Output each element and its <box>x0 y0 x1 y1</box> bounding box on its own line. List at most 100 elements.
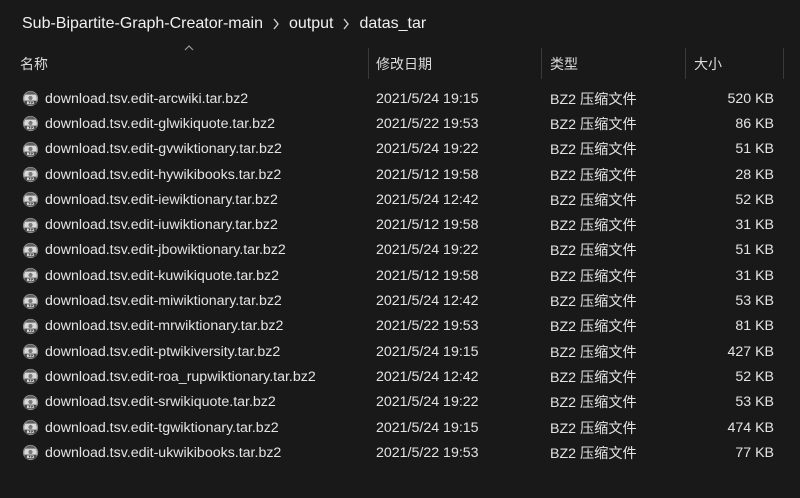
file-name: download.tsv.edit-kuwikiquote.tar.bz2 <box>45 267 279 284</box>
file-modified-date: 2021/5/24 19:15 <box>376 343 479 360</box>
bz2-archive-icon: BZ2 <box>21 339 39 364</box>
file-name: download.tsv.edit-ukwikibooks.tar.bz2 <box>45 444 282 461</box>
file-row[interactable]: BZ2 download.tsv.edit-tgwiktionary.tar.b… <box>0 415 800 440</box>
file-name: download.tsv.edit-glwikiquote.tar.bz2 <box>45 115 276 132</box>
breadcrumb: Sub-Bipartite-Graph-Creator-main output … <box>0 0 800 48</box>
bz2-archive-icon: BZ2 <box>21 187 39 212</box>
file-type: BZ2 压缩文件 <box>550 218 637 235</box>
svg-text:BZ2: BZ2 <box>26 126 34 130</box>
bz2-archive-icon: BZ2 <box>21 314 39 339</box>
file-type: BZ2 压缩文件 <box>550 142 637 159</box>
file-modified-date: 2021/5/24 19:15 <box>376 419 479 436</box>
file-size: 520 KB <box>727 90 774 107</box>
file-row[interactable]: BZ2 download.tsv.edit-kuwikiquote.tar.bz… <box>0 263 800 288</box>
file-row[interactable]: BZ2 download.tsv.edit-gvwiktionary.tar.b… <box>0 137 800 162</box>
file-type: BZ2 压缩文件 <box>550 91 637 108</box>
file-size: 81 KB <box>735 318 774 335</box>
file-name: download.tsv.edit-miwiktionary.tar.bz2 <box>45 293 282 310</box>
bz2-archive-icon: BZ2 <box>21 415 39 440</box>
file-size: 77 KB <box>735 444 774 461</box>
column-header-date[interactable]: 修改日期 <box>376 48 540 79</box>
column-header-size-label: 大小 <box>694 55 722 72</box>
file-size: 31 KB <box>735 217 774 234</box>
file-name: download.tsv.edit-iewiktionary.tar.bz2 <box>45 191 278 208</box>
svg-text:BZ2: BZ2 <box>26 278 34 282</box>
file-modified-date: 2021/5/24 19:15 <box>376 90 479 107</box>
file-row[interactable]: BZ2 download.tsv.edit-roa_rupwiktionary.… <box>0 364 800 389</box>
file-modified-date: 2021/5/24 12:42 <box>376 368 479 385</box>
file-row[interactable]: BZ2 download.tsv.edit-srwikiquote.tar.bz… <box>0 390 800 415</box>
file-type: BZ2 压缩文件 <box>550 344 637 361</box>
file-modified-date: 2021/5/24 19:22 <box>376 394 479 411</box>
file-modified-date: 2021/5/12 19:58 <box>376 217 479 234</box>
svg-text:BZ2: BZ2 <box>26 329 34 333</box>
svg-text:BZ2: BZ2 <box>26 379 34 383</box>
file-size: 51 KB <box>735 141 774 158</box>
bz2-archive-icon: BZ2 <box>21 162 39 187</box>
vertical-scrollbar[interactable] <box>793 86 797 446</box>
file-type: BZ2 压缩文件 <box>550 116 637 133</box>
bz2-archive-icon: BZ2 <box>21 86 39 111</box>
file-modified-date: 2021/5/22 19:53 <box>376 318 479 335</box>
breadcrumb-item-output[interactable]: output <box>285 13 337 35</box>
file-row[interactable]: BZ2 download.tsv.edit-mrwiktionary.tar.b… <box>0 314 800 339</box>
file-row[interactable]: BZ2 download.tsv.edit-iuwiktionary.tar.b… <box>0 212 800 237</box>
file-name: download.tsv.edit-ptwikiversity.tar.bz2 <box>45 343 281 360</box>
file-name: download.tsv.edit-srwikiquote.tar.bz2 <box>45 394 276 411</box>
file-type: BZ2 压缩文件 <box>550 268 637 285</box>
file-row[interactable]: BZ2 download.tsv.edit-miwiktionary.tar.b… <box>0 288 800 313</box>
file-type: BZ2 压缩文件 <box>550 395 637 412</box>
file-type: BZ2 压缩文件 <box>550 294 637 311</box>
svg-text:BZ2: BZ2 <box>26 228 34 232</box>
svg-text:BZ2: BZ2 <box>26 430 34 434</box>
file-modified-date: 2021/5/24 19:22 <box>376 242 479 259</box>
file-type: BZ2 压缩文件 <box>550 420 637 437</box>
file-row[interactable]: BZ2 download.tsv.edit-jbowiktionary.tar.… <box>0 238 800 263</box>
file-type: BZ2 压缩文件 <box>550 319 637 336</box>
file-name: download.tsv.edit-gvwiktionary.tar.bz2 <box>45 141 282 158</box>
file-modified-date: 2021/5/12 19:58 <box>376 267 479 284</box>
column-divider[interactable] <box>541 48 542 79</box>
chevron-right-icon[interactable] <box>337 18 355 30</box>
bz2-archive-icon: BZ2 <box>21 390 39 415</box>
file-list: BZ2 download.tsv.edit-arcwiki.tar.bz2 20… <box>0 86 800 465</box>
file-name: download.tsv.edit-tgwiktionary.tar.bz2 <box>45 419 279 436</box>
file-row[interactable]: BZ2 download.tsv.edit-hywikibooks.tar.bz… <box>0 162 800 187</box>
chevron-right-icon[interactable] <box>267 18 285 30</box>
file-size: 474 KB <box>727 419 774 436</box>
bz2-archive-icon: BZ2 <box>21 364 39 389</box>
file-modified-date: 2021/5/24 12:42 <box>376 293 479 310</box>
file-type: BZ2 压缩文件 <box>550 243 637 260</box>
file-row[interactable]: BZ2 download.tsv.edit-arcwiki.tar.bz2 20… <box>0 86 800 111</box>
bz2-archive-icon: BZ2 <box>21 111 39 136</box>
file-size: 51 KB <box>735 242 774 259</box>
file-size: 86 KB <box>735 115 774 132</box>
file-row[interactable]: BZ2 download.tsv.edit-ptwikiversity.tar.… <box>0 339 800 364</box>
file-size: 53 KB <box>735 293 774 310</box>
breadcrumb-item-project[interactable]: Sub-Bipartite-Graph-Creator-main <box>18 13 267 35</box>
file-row[interactable]: BZ2 download.tsv.edit-ukwikibooks.tar.bz… <box>0 440 800 465</box>
file-type: BZ2 压缩文件 <box>550 192 637 209</box>
bz2-archive-icon: BZ2 <box>21 440 39 465</box>
svg-text:BZ2: BZ2 <box>26 455 34 459</box>
file-size: 427 KB <box>727 343 774 360</box>
column-divider[interactable] <box>685 48 686 79</box>
file-row[interactable]: BZ2 download.tsv.edit-iewiktionary.tar.b… <box>0 187 800 212</box>
column-divider[interactable] <box>368 48 369 79</box>
bz2-archive-icon: BZ2 <box>21 263 39 288</box>
file-row[interactable]: BZ2 download.tsv.edit-glwikiquote.tar.bz… <box>0 111 800 136</box>
file-name: download.tsv.edit-roa_rupwiktionary.tar.… <box>45 368 316 385</box>
file-size: 53 KB <box>735 394 774 411</box>
file-size: 52 KB <box>735 368 774 385</box>
column-divider[interactable] <box>783 48 784 79</box>
file-type: BZ2 压缩文件 <box>550 167 637 184</box>
breadcrumb-item-current[interactable]: datas_tar <box>355 13 430 35</box>
column-header-type[interactable]: 类型 <box>550 48 680 79</box>
file-type: BZ2 压缩文件 <box>550 369 637 386</box>
column-header-size[interactable]: 大小 <box>694 48 782 79</box>
svg-text:BZ2: BZ2 <box>26 202 34 206</box>
column-header-date-label: 修改日期 <box>376 55 432 72</box>
svg-text:BZ2: BZ2 <box>26 405 34 409</box>
bz2-archive-icon: BZ2 <box>21 212 39 237</box>
column-header-name[interactable]: 名称 <box>20 48 368 79</box>
